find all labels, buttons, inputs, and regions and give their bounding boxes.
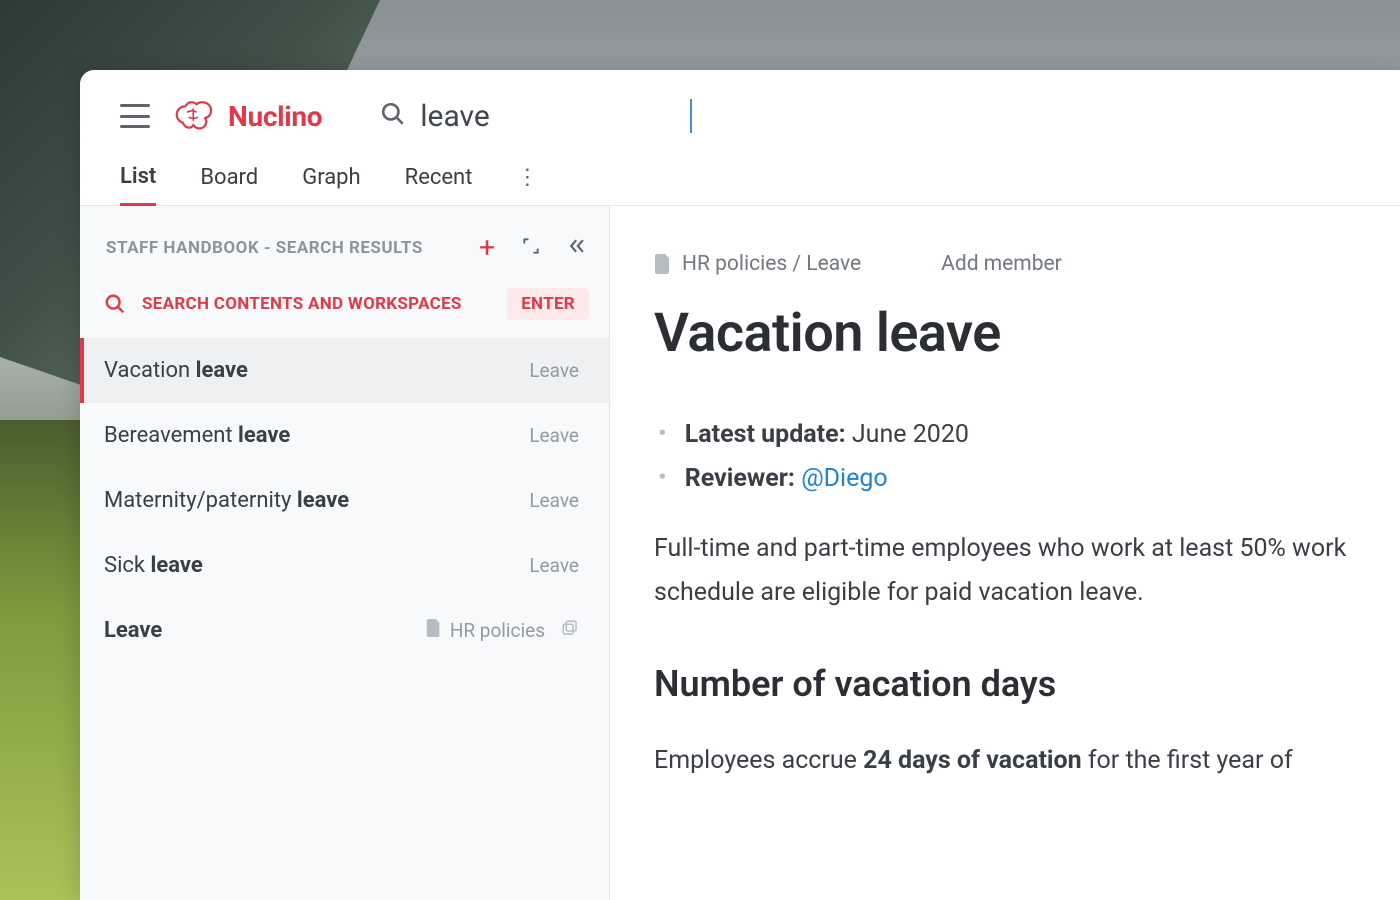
search-result[interactable]: Bereavement leave Leave [80, 403, 609, 468]
body-paragraph: Full-time and part-time employees who wo… [654, 527, 1400, 615]
search-result[interactable]: Sick leave Leave [80, 533, 609, 598]
collection-icon [561, 619, 579, 642]
section-heading: Number of vacation days [654, 663, 1400, 705]
search-input[interactable] [420, 99, 680, 134]
meta-list: Latest update: June 2020 Reviewer: @Dieg… [654, 419, 1400, 493]
body-paragraph: Employees accrue 24 days of vacation for… [654, 739, 1400, 783]
brain-icon [174, 98, 218, 134]
tab-recent[interactable]: Recent [405, 165, 473, 204]
tab-board[interactable]: Board [200, 165, 258, 204]
search-all-label: SEARCH CONTENTS AND WORKSPACES [142, 294, 462, 314]
tab-graph[interactable]: Graph [302, 165, 360, 204]
search-icon[interactable] [380, 101, 406, 131]
add-icon[interactable]: + [479, 234, 495, 262]
search-result[interactable]: Vacation leave Leave [80, 338, 609, 403]
hamburger-menu-icon[interactable] [120, 104, 150, 128]
result-category: Leave [529, 359, 579, 382]
app-window: Nuclino List Board Graph Recent ⋮ STAFF … [80, 70, 1400, 900]
search-wrap [380, 99, 692, 134]
sidebar-heading: STAFF HANDBOOK - SEARCH RESULTS [106, 238, 423, 258]
search-result[interactable]: Leave HR policies [80, 598, 609, 663]
brand-name: Nuclino [228, 100, 322, 133]
brand-logo[interactable]: Nuclino [174, 98, 322, 134]
search-icon [104, 293, 126, 315]
sidebar: STAFF HANDBOOK - SEARCH RESULTS + SEARCH… [80, 206, 610, 900]
topbar: Nuclino [80, 70, 1400, 146]
page-title: Vacation leave [654, 302, 1400, 365]
document-icon [654, 254, 672, 274]
search-all-row[interactable]: SEARCH CONTENTS AND WORKSPACES ENTER [80, 270, 609, 338]
tab-more-icon[interactable]: ⋮ [516, 165, 538, 204]
enter-badge: ENTER [507, 288, 589, 320]
breadcrumb-text: HR policies / Leave [682, 252, 861, 276]
result-category: Leave [529, 489, 579, 512]
view-tabs: List Board Graph Recent ⋮ [80, 146, 1400, 206]
document-pane: HR policies / Leave Add member Vacation … [610, 206, 1400, 900]
result-category: Leave [529, 424, 579, 447]
expand-icon[interactable] [521, 236, 541, 260]
tab-list[interactable]: List [120, 164, 156, 206]
result-category: Leave [529, 554, 579, 577]
collapse-sidebar-icon[interactable] [567, 236, 587, 260]
add-member-link[interactable]: Add member [941, 252, 1062, 276]
user-mention[interactable]: @Diego [801, 464, 888, 493]
breadcrumb[interactable]: HR policies / Leave [654, 252, 861, 276]
search-result[interactable]: Maternity/paternity leave Leave [80, 468, 609, 533]
result-category: HR policies [450, 619, 545, 642]
document-icon [426, 619, 442, 642]
text-caret [690, 99, 692, 133]
